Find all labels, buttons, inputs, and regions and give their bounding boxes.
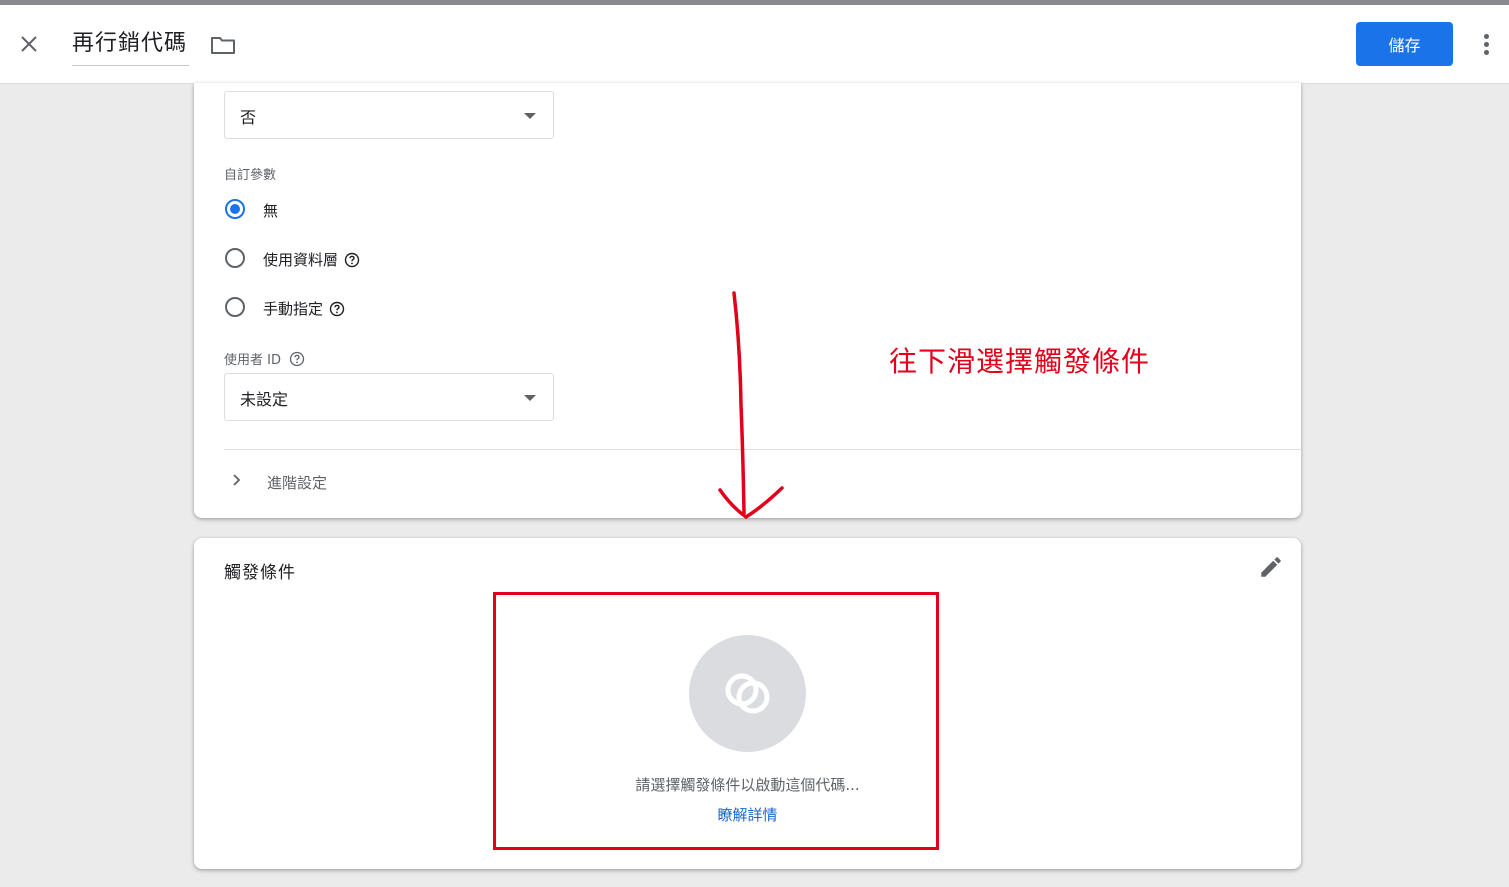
radio-datalayer-text: 使用資料層: [263, 251, 339, 269]
trigger-icon: [725, 673, 770, 714]
more-vert-icon-dot: [1483, 42, 1489, 47]
help-icon[interactable]: [344, 252, 360, 268]
trigger-empty-message: 請選擇觸發條件以啟動這個代碼...: [635, 776, 860, 794]
chevron-right-icon: [233, 474, 241, 486]
radio-button[interactable]: [225, 297, 245, 317]
triggering-card: 觸發條件 請選擇觸發條件以啟動這個代碼... 瞭解詳情: [194, 538, 1301, 869]
more-options-button[interactable]: [1476, 31, 1496, 61]
annotation-text: 往下滑選擇觸發條件: [889, 345, 1151, 378]
save-button[interactable]: 儲存: [1356, 22, 1453, 66]
more-vert-icon-dot: [1483, 50, 1489, 55]
more-vert-icon-dot: [1483, 34, 1489, 39]
user-id-label-row: 使用者 ID: [224, 349, 305, 368]
add-trigger-placeholder[interactable]: [689, 635, 806, 752]
radio-manual-text: 手動指定: [263, 300, 324, 318]
dropdown-caret-icon: [524, 395, 536, 401]
dropdown-caret-icon: [524, 113, 536, 119]
page-title: 再行銷代碼: [72, 31, 188, 56]
top-select[interactable]: 否: [224, 91, 554, 139]
close-button[interactable]: [14, 29, 44, 59]
radio-button[interactable]: [225, 248, 245, 268]
folder-icon: [211, 37, 235, 54]
close-icon: [21, 36, 37, 52]
user-id-label: 使用者 ID: [224, 353, 281, 368]
top-select-value: 否: [240, 108, 257, 127]
custom-params-label: 自訂參數: [224, 168, 277, 183]
radio-manual-label: 手動指定: [263, 298, 345, 319]
user-id-select-value: 未設定: [240, 390, 289, 409]
annotation-arrow: [718, 291, 784, 520]
learn-more-link[interactable]: 瞭解詳情: [194, 804, 1301, 825]
radio-button-checked[interactable]: [225, 199, 245, 219]
edit-triggers-button[interactable]: [1258, 554, 1284, 580]
tag-name-field[interactable]: 再行銷代碼: [72, 27, 190, 66]
header: 再行銷代碼 儲存: [0, 5, 1509, 84]
help-icon[interactable]: [329, 301, 345, 317]
triggering-title: 觸發條件: [224, 563, 296, 583]
radio-datalayer-label: 使用資料層: [263, 249, 360, 270]
advanced-settings-label: 進階設定: [267, 474, 328, 492]
folder-button[interactable]: [210, 33, 236, 57]
user-id-select[interactable]: 未設定: [224, 373, 554, 421]
radio-none-label: 無: [263, 202, 279, 220]
pencil-icon: [1261, 557, 1281, 577]
help-icon[interactable]: [289, 351, 305, 367]
